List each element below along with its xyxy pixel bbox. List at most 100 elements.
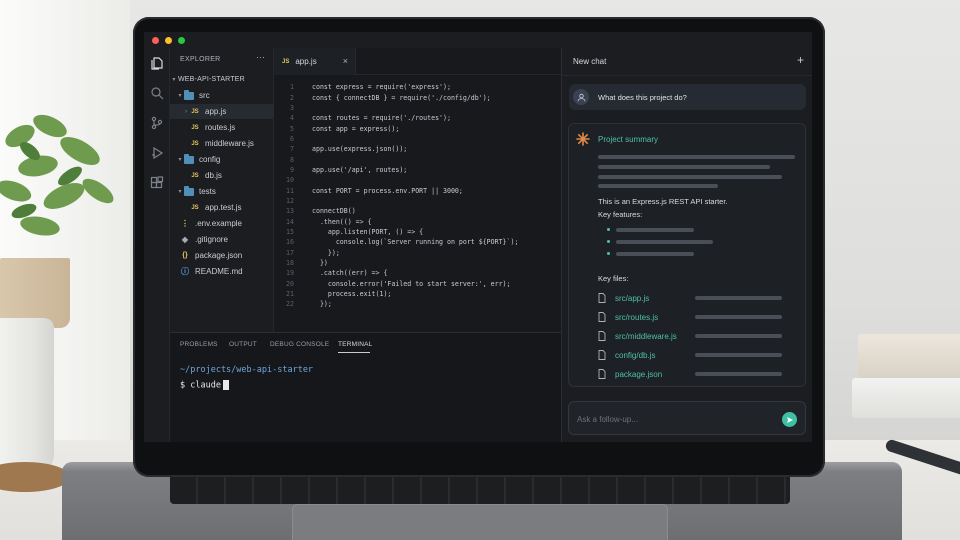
code-line[interactable]: 2 const { connectDB } = require('./config… [274,92,561,102]
user-message: What does this project do? [569,84,806,110]
file-readme-md[interactable]: ⓘ README.md [170,264,274,279]
code-line[interactable]: 10 [274,175,561,185]
search-icon[interactable] [150,86,164,100]
tree-item-label: src [199,91,210,100]
chevron-down-icon: ▾ [178,93,182,99]
send-button[interactable] [782,412,797,427]
tab-terminal[interactable]: TERMINAL [338,341,372,348]
file-app-test-js[interactable]: JS app.test.js [170,200,274,215]
folder-icon [184,89,194,100]
code-line[interactable]: 13 connectDB() [274,206,561,216]
skeleton-line [695,296,782,300]
code-line[interactable]: 3 [274,103,561,113]
code-line[interactable]: 14 .then(() => { [274,216,561,226]
skeleton-line [616,240,713,244]
code-line[interactable]: 21 process.exit(1); [274,289,561,299]
bottom-panel: PROBLEMS OUTPUT DEBUG CONSOLE TERMINAL ~… [170,332,561,442]
line-number: 19 [286,269,294,278]
editor-tabbar: JS app.js × [274,48,561,75]
summary-title: Project summary [598,135,659,144]
file-icon [598,293,606,303]
terminal-prompt: $ claude [180,380,221,391]
extensions-icon[interactable] [150,176,164,190]
more-actions-icon[interactable]: ··· [256,52,265,62]
file-package-json[interactable]: {} package.json [170,248,274,263]
folder-src[interactable]: ▾ src [170,88,274,103]
code-text: app.use('/api', routes); [312,165,408,174]
folder-tests[interactable]: ▾ tests [170,184,274,199]
line-number: 13 [286,207,294,216]
file-link[interactable]: package.json [598,368,798,380]
code-text: console.error('Failed to start server:',… [312,279,511,288]
code-line[interactable]: 5 const app = express(); [274,123,561,133]
code-line[interactable]: 22 }); [274,299,561,309]
source-control-icon[interactable] [150,116,164,130]
tree-item-label: db.js [205,171,222,180]
file-link[interactable]: src/middleware.js [598,330,798,342]
folder-root[interactable]: ▾ WEB-API-STARTER [170,72,274,87]
code-line[interactable]: 18 }) [274,258,561,268]
tab-output[interactable]: OUTPUT [229,341,257,348]
file-link[interactable]: src/app.js [598,292,798,304]
chat-input[interactable] [577,411,767,427]
skeleton-line [695,334,782,338]
file-link[interactable]: config/db.js [598,349,798,361]
file-gitignore[interactable]: ◈ .gitignore [170,232,274,247]
window-maximize-button[interactable] [178,37,185,44]
file-link-label: config/db.js [615,350,656,360]
code-text: }); [312,248,340,257]
assistant-response-card: Project summary This is an Express.js RE… [568,123,806,387]
code-line[interactable]: 12 [274,196,561,206]
chat-title: New chat [573,57,607,66]
file-icon [598,369,606,379]
tab-problems[interactable]: PROBLEMS [180,341,218,348]
laptop-trackpad [292,504,668,540]
file-link[interactable]: src/routes.js [598,311,798,323]
tab-app-js[interactable]: JS app.js × [274,48,356,75]
code-line[interactable]: 15 app.listen(PORT, () => { [274,227,561,237]
new-chat-button[interactable]: + [797,53,804,67]
line-number: 8 [290,155,294,164]
line-number: 12 [286,196,294,205]
code-text: const { connectDB } = require('./config/… [312,93,491,102]
folder-root-label: WEB-API-STARTER [178,76,245,83]
code-line[interactable]: 4 const routes = require('./routes'); [274,113,561,123]
terminal-cursor [222,380,229,390]
code-line[interactable]: 19 .catch((err) => { [274,268,561,278]
code-line[interactable]: 16 console.log(`Server running on port $… [274,237,561,247]
file-routes-js[interactable]: JS routes.js [170,120,274,135]
skeleton-line [598,184,718,188]
window-close-button[interactable] [152,37,159,44]
code-text: connectDB() [312,207,356,216]
window-minimize-button[interactable] [165,37,172,44]
chat-panel: New chat + What does this project do? Pr… [561,48,812,442]
line-number: 11 [286,186,294,195]
code-text: const express = require('express'); [312,83,451,92]
code-content[interactable]: 1 const express = require('express'); 2 con… [274,82,561,310]
files-icon[interactable] [150,56,164,70]
tab-debug-console[interactable]: DEBUG CONSOLE [270,341,329,348]
code-text: .catch((err) => { [312,269,388,278]
terminal-prompt-line[interactable]: $ claude [180,380,229,391]
run-debug-icon[interactable] [150,146,164,160]
close-icon[interactable]: × [343,56,348,66]
code-line[interactable]: 1 const express = require('express'); [274,82,561,92]
file-env-example[interactable]: ⋮ .env.example [170,216,274,231]
code-line[interactable]: 6 [274,134,561,144]
code-line[interactable]: 8 [274,154,561,164]
file-middleware-js[interactable]: JS middleware.js [170,136,274,151]
code-line[interactable]: 20 console.error('Failed to start server… [274,279,561,289]
file-db-js[interactable]: JS db.js [170,168,274,183]
file-app-js[interactable]: › JS app.js [170,104,274,119]
divider [562,75,812,76]
summary-intro: This is an Express.js REST API starter. [598,197,728,206]
book [858,334,960,378]
code-line[interactable]: 17 }); [274,248,561,258]
code-line[interactable]: 11 const PORT = process.env.PORT || 3000; [274,185,561,195]
folder-config[interactable]: ▾ config [170,152,274,167]
line-number: 7 [290,145,294,154]
code-line[interactable]: 9 app.use('/api', routes); [274,165,561,175]
file-link-label: package.json [615,369,663,379]
code-line[interactable]: 7 app.use(express.json()); [274,144,561,154]
activity-bar [144,48,170,442]
